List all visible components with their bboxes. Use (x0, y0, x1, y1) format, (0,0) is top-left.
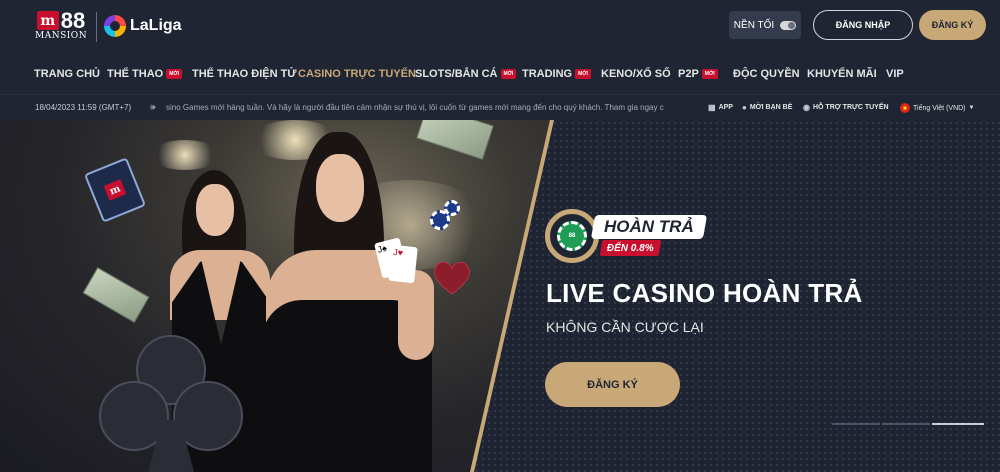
vietnam-flag-icon: ★ (900, 103, 910, 113)
new-badge: MỚI (500, 69, 517, 79)
announcement-text[interactable]: sino Games mới hàng tuần. Và hãy là ngườ… (166, 103, 698, 112)
announcement-bar: 18/04/2023 11:59 (GMT+7) 🕪 sino Games mớ… (0, 94, 1000, 120)
nav-item-vip[interactable]: VIP (886, 68, 904, 80)
speaker-icon: 🕪 (150, 102, 156, 112)
nav-item-promotions[interactable]: KHUYẾN MÃI (807, 68, 877, 80)
club-suit-icon (99, 335, 243, 472)
new-badge: MỚI (575, 69, 591, 79)
new-badge: MỚI (701, 69, 718, 79)
live-support-link[interactable]: ◉ HỖ TRỢ TRỰC TUYẾN (803, 103, 889, 112)
casino-hostess-image: J♠ J♥ (0, 120, 552, 472)
promo-register-button[interactable]: ĐĂNG KÝ (545, 362, 680, 407)
nav-label: THỂ THAO ĐIỆN TỬ (192, 68, 297, 80)
badge-subtitle: ĐẾN 0.8% (607, 242, 654, 254)
app-link-label: APP (718, 104, 733, 111)
nav-label: KENO/XỔ SỐ (601, 68, 671, 80)
nav-item-live-casino[interactable]: CASINO TRỰC TUYẾN (298, 68, 416, 80)
badge-title-box: HOÀN TRẢ (590, 215, 708, 239)
woman-right-arm (398, 270, 434, 360)
laliga-text: LaLiga (130, 17, 182, 34)
chat-icon: ◉ (803, 103, 810, 112)
language-selector[interactable]: ★ Tiếng Việt (VND) ▼ (900, 103, 974, 113)
banknote-image (416, 120, 494, 160)
theme-toggle-label: NỀN TỐI (733, 19, 775, 31)
badge-subtitle-box: ĐẾN 0.8% (599, 240, 662, 256)
new-badge: MỚI (166, 69, 183, 79)
support-link-label: HỖ TRỢ TRỰC TUYẾN (812, 104, 889, 111)
nav-item-trading[interactable]: TRADING MỚI (522, 68, 591, 80)
language-label: Tiếng Việt (VND) (913, 104, 966, 112)
promo-title: LIVE CASINO HOÀN TRẢ (546, 278, 863, 308)
casino-chip-image (444, 200, 460, 216)
nav-label: P2P (678, 68, 699, 80)
login-button[interactable]: ĐĂNG NHẬP (813, 10, 913, 40)
carousel-indicator[interactable] (882, 423, 930, 425)
nav-label: THỂ THAO (107, 68, 164, 80)
nav-item-home[interactable]: TRANG CHỦ (34, 68, 100, 80)
users-icon: ● (742, 103, 747, 112)
logo-divider (96, 12, 97, 42)
nav-label: TRADING (522, 68, 573, 80)
woman-left-face (196, 184, 234, 236)
banknote-image (82, 267, 150, 323)
cashback-badge: 88 HOÀN TRẢ ĐẾN 0.8% (545, 209, 710, 263)
nav-item-slots[interactable]: SLOTS/BẮN CÁ MỚI (415, 68, 517, 80)
main-nav: TRANG CHỦ THỂ THAO MỚI THỂ THAO ĐIỆN TỬ … (0, 52, 1000, 94)
nav-label: SLOTS/BẮN CÁ (415, 68, 498, 80)
heart-suit-icon (434, 261, 470, 295)
logo-brand-number: 88 (60, 8, 86, 33)
invite-friends-link[interactable]: ● MỜI BẠN BÈ (742, 103, 792, 112)
register-button[interactable]: ĐĂNG KÝ (919, 10, 986, 40)
nav-item-p2p[interactable]: P2P MỚI (678, 68, 718, 80)
promo-subtitle: KHÔNG CẦN CƯỢC LẠI (546, 319, 704, 335)
app-link[interactable]: ▦ APP (708, 103, 733, 112)
nav-item-exclusive[interactable]: ĐỘC QUYỀN (733, 68, 800, 80)
m88-logo[interactable]: m 88 MANSION (35, 8, 88, 42)
mobile-app-icon: ▦ (708, 103, 716, 112)
toggle-switch-icon (780, 20, 797, 30)
site-header: m 88 MANSION LaLiga NỀN TỐI ĐĂNG NHẬP ĐĂ… (0, 0, 1000, 52)
dark-mode-toggle[interactable]: NỀN TỐI (729, 11, 801, 39)
nav-label: KHUYẾN MÃI (807, 68, 877, 80)
nav-label: TRANG CHỦ (34, 68, 100, 80)
nav-label: ĐỘC QUYỀN (733, 68, 800, 80)
promo-banner[interactable]: J♠ J♥ m 88 HOÀN TRẢ ĐẾN 0.8% LIVE CASINO… (0, 120, 1000, 472)
nav-item-keno-lottery[interactable]: KENO/XỔ SỐ (601, 68, 671, 80)
datetime-display: 18/04/2023 11:59 (GMT+7) (35, 103, 132, 112)
ceiling-light (150, 140, 220, 170)
poker-chip-icon: 88 (557, 221, 587, 251)
woman-right-face (316, 154, 364, 222)
playing-card-image: J♥ (388, 244, 418, 284)
nav-item-sports[interactable]: THỂ THAO MỚI (107, 68, 183, 80)
nav-item-esports[interactable]: THỂ THAO ĐIỆN TỬ (192, 68, 296, 80)
invite-link-label: MỜI BẠN BÈ (749, 104, 793, 111)
carousel-indicator-active[interactable] (932, 423, 984, 425)
nav-label: CASINO TRỰC TUYẾN (298, 68, 416, 80)
nav-label: VIP (886, 68, 904, 80)
logo-subtitle: MANSION (35, 31, 88, 41)
m88-mark-icon: m (36, 11, 59, 30)
carousel-indicator[interactable] (832, 423, 880, 425)
badge-title: HOÀN TRẢ (604, 217, 694, 236)
chevron-down-icon: ▼ (968, 105, 975, 111)
laliga-logo[interactable]: LaLiga (104, 15, 182, 37)
laliga-badge-icon (104, 15, 126, 37)
